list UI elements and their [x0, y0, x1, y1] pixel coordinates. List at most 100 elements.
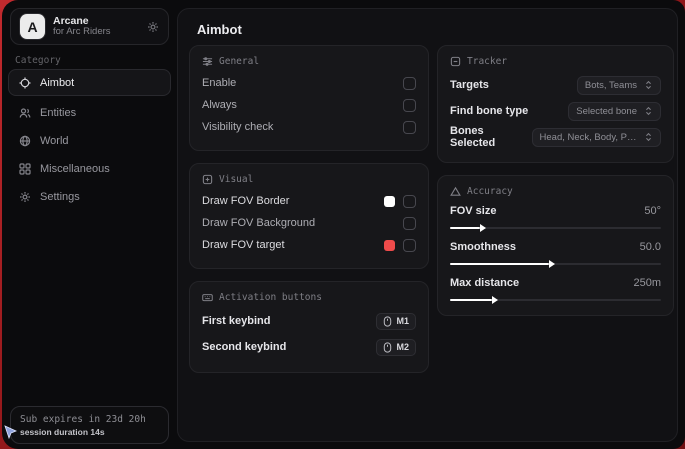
fov-background-checkbox[interactable] [403, 217, 416, 230]
gear-icon [19, 191, 31, 203]
setting-label: Visibility check [202, 121, 273, 133]
slider-fill [450, 227, 480, 229]
setting-row-fov-background: Draw FOV Background [202, 212, 416, 234]
card-title: Visual [219, 174, 253, 185]
chevrons-up-down-icon [644, 132, 653, 142]
setting-label: Smoothness [450, 241, 516, 253]
always-checkbox[interactable] [403, 99, 416, 112]
max-distance-group: Max distance 250m [450, 274, 661, 301]
card-title: Tracker [467, 56, 507, 67]
globe-icon [19, 135, 31, 147]
bones-selected-select[interactable]: Head, Neck, Body, Pe.. [532, 128, 661, 147]
slider-value: 50° [644, 205, 661, 217]
card-title: Accuracy [467, 186, 513, 197]
general-card-header: General [202, 56, 416, 67]
setting-label: Draw FOV Border [202, 195, 289, 207]
fov-size-slider[interactable] [450, 227, 661, 229]
setting-label: Draw FOV target [202, 239, 285, 251]
find-bone-type-select[interactable]: Selected bone [568, 102, 661, 121]
card-title: Activation buttons [219, 292, 322, 303]
square-minus-icon [450, 56, 461, 67]
grid-icon [19, 163, 31, 175]
setting-label: Always [202, 99, 237, 111]
slider-fill [450, 299, 492, 301]
category-label: Category [15, 55, 61, 66]
card-title: General [219, 56, 259, 67]
setting-row-always: Always [202, 94, 416, 116]
setting-label: Max distance [450, 277, 519, 289]
square-plus-icon [202, 174, 213, 185]
setting-row-fov-border: Draw FOV Border [202, 190, 416, 212]
setting-label: Second keybind [202, 341, 286, 353]
setting-label: Find bone type [450, 105, 528, 117]
setting-row-visibility-check: Visibility check [202, 116, 416, 138]
visual-card-header: Visual [202, 174, 416, 185]
setting-row-targets: Targets Bots, Teams [450, 72, 661, 98]
triangle-icon [450, 186, 461, 197]
visibility-check-checkbox[interactable] [403, 121, 416, 134]
app-window: A Arcane for Arc Riders Category [2, 0, 685, 449]
targets-select[interactable]: Bots, Teams [577, 76, 661, 95]
sidebar-item-settings[interactable]: Settings [8, 183, 171, 210]
sidebar-item-entities[interactable]: Entities [8, 99, 171, 126]
setting-row-enable: Enable [202, 72, 416, 94]
setting-label: FOV size [450, 205, 496, 217]
app-header: A Arcane for Arc Riders [10, 8, 169, 45]
sidebar-item-label: World [40, 135, 69, 147]
setting-label: First keybind [202, 315, 270, 327]
select-value: Head, Neck, Body, Pe.. [540, 132, 637, 143]
general-card: General Enable Always Visibility check [189, 45, 429, 151]
visual-card: Visual Draw FOV Border Draw FOV Backgrou… [189, 163, 429, 269]
accuracy-card-header: Accuracy [450, 186, 661, 197]
sidebar-item-miscellaneous[interactable]: Miscellaneous [8, 155, 171, 182]
activation-card-header: Activation buttons [202, 292, 416, 303]
sidebar-item-label: Miscellaneous [40, 163, 110, 175]
slider-value: 250m [633, 277, 661, 289]
second-keybind-button[interactable]: M2 [376, 339, 416, 356]
setting-row-fov-target: Draw FOV target [202, 234, 416, 256]
setting-label: Enable [202, 77, 236, 89]
keyboard-icon [202, 292, 213, 303]
select-value: Bots, Teams [585, 80, 637, 91]
color-swatch-red[interactable] [384, 240, 395, 251]
fov-border-checkbox[interactable] [403, 195, 416, 208]
activation-card: Activation buttons First keybind M1 S [189, 281, 429, 373]
slider-value: 50.0 [640, 241, 661, 253]
setting-row-first-keybind: First keybind M1 [202, 308, 416, 334]
chevrons-up-down-icon [644, 80, 653, 90]
subscription-box: Sub expires in 23d 20h session duration … [10, 406, 169, 444]
slider-fill [450, 263, 549, 265]
smoothness-group: Smoothness 50.0 [450, 238, 661, 265]
setting-label: Targets [450, 79, 489, 91]
first-keybind-button[interactable]: M1 [376, 313, 416, 330]
session-duration-text: session duration 14s [20, 427, 159, 437]
sliders-icon [202, 56, 213, 67]
setting-row-bones-selected: Bones Selected Head, Neck, Body, Pe.. [450, 124, 661, 150]
right-column: Tracker Targets Bots, Teams Find bone [437, 45, 674, 316]
sidebar-item-aimbot[interactable]: Aimbot [8, 69, 171, 96]
setting-label: Draw FOV Background [202, 217, 315, 229]
gear-icon[interactable] [147, 21, 159, 33]
app-meta: Arcane for Arc Riders [53, 15, 111, 38]
max-distance-slider[interactable] [450, 299, 661, 301]
mouse-icon [383, 316, 392, 327]
keybind-value: M2 [396, 342, 409, 352]
sidebar-item-label: Settings [40, 191, 80, 203]
sidebar-item-world[interactable]: World [8, 127, 171, 154]
sidebar-item-label: Entities [40, 107, 76, 119]
mouse-icon [383, 342, 392, 353]
tracker-card-header: Tracker [450, 56, 661, 67]
color-swatch-white[interactable] [384, 196, 395, 207]
setting-row-find-bone-type: Find bone type Selected bone [450, 98, 661, 124]
tracker-card: Tracker Targets Bots, Teams Find bone [437, 45, 674, 163]
select-value: Selected bone [576, 106, 637, 117]
enable-checkbox[interactable] [403, 77, 416, 90]
crosshair-icon [19, 77, 31, 89]
chevrons-up-down-icon [644, 106, 653, 116]
users-icon [19, 107, 31, 119]
fov-target-checkbox[interactable] [403, 239, 416, 252]
smoothness-slider[interactable] [450, 263, 661, 265]
accuracy-card: Accuracy FOV size 50° Smoothness 50.0 [437, 175, 674, 316]
setting-label: Bones Selected [450, 125, 532, 149]
sidebar-item-label: Aimbot [40, 77, 74, 89]
